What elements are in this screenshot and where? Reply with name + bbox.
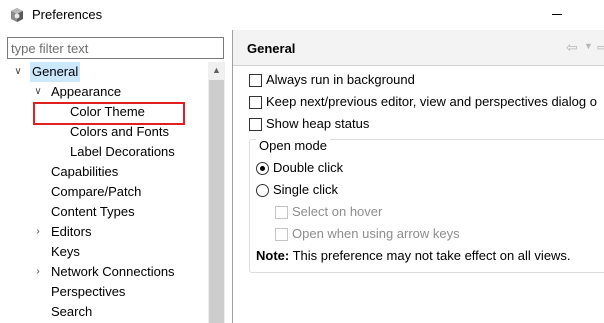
checkbox-box[interactable]: [249, 74, 262, 87]
tree-item-editors[interactable]: › Editors: [0, 222, 208, 242]
highlight-box: [33, 102, 185, 125]
tree-item-compare-patch[interactable]: Compare/Patch: [0, 182, 208, 202]
tree-item-search[interactable]: Search: [0, 302, 208, 322]
note-body: This preference may not take effect on a…: [289, 248, 571, 263]
collapse-arrow-icon[interactable]: ›: [32, 222, 44, 242]
panel-divider[interactable]: [232, 30, 233, 323]
preferences-window-icon: [11, 8, 23, 22]
page-title: General: [247, 41, 296, 56]
tree-item-label: Search: [51, 304, 93, 319]
scrollbar-thumb[interactable]: [209, 80, 224, 323]
tree-item-label: Editors: [51, 224, 92, 239]
checkbox-box[interactable]: [275, 206, 288, 219]
tree-item-label-decorations[interactable]: Label Decorations: [0, 142, 208, 162]
checkbox-label: Keep next/previous editor, view and pers…: [266, 94, 597, 109]
radio-selected-dot: [260, 166, 265, 171]
checkbox-box[interactable]: [275, 228, 288, 241]
checkbox-label: Always run in background: [266, 72, 415, 87]
scroll-up-icon[interactable]: ▲: [208, 62, 225, 79]
radio-button[interactable]: [256, 162, 269, 175]
minimize-button[interactable]: [552, 14, 562, 15]
tree-item-content-types[interactable]: Content Types: [0, 202, 208, 222]
filter-input[interactable]: [7, 37, 224, 59]
title-bar: Preferences: [0, 0, 604, 30]
tree-item-keys[interactable]: Keys: [0, 242, 208, 262]
radio-label: Double click: [273, 160, 344, 175]
tree-item-label: Colors and Fonts: [70, 124, 169, 139]
tree-item-capabilities[interactable]: Capabilities: [0, 162, 208, 182]
tree-item-label: Network Connections: [51, 264, 175, 279]
expand-arrow-icon[interactable]: ∨: [12, 62, 24, 82]
tree-item-label: Perspectives: [51, 284, 126, 299]
tree-item-label: Keys: [51, 244, 80, 259]
checkbox-label: Open when using arrow keys: [292, 226, 460, 241]
page-header: General ⇦ ▼ ⇨: [233, 30, 604, 66]
tree-item-label: Capabilities: [51, 164, 119, 179]
note-label: Note:: [256, 248, 290, 263]
tree-item-network-connections[interactable]: › Network Connections: [0, 262, 208, 282]
tree-item-label: Appearance: [51, 84, 122, 99]
chevron-down-icon[interactable]: ▼: [584, 41, 593, 51]
checkbox-label: Select on hover: [292, 204, 383, 219]
tree-item-label: Compare/Patch: [51, 184, 142, 199]
tree-item-label: Content Types: [51, 204, 135, 219]
checkbox-box[interactable]: [249, 96, 262, 109]
tree-item-general[interactable]: ∨ General: [0, 62, 208, 82]
open-mode-legend: Open mode: [256, 138, 330, 154]
note-text: Note: This preference may not take effec…: [256, 246, 571, 266]
tree-scrollbar[interactable]: ▲: [208, 62, 225, 323]
radio-button[interactable]: [256, 184, 269, 197]
collapse-arrow-icon[interactable]: ›: [32, 262, 44, 282]
tree-item-colors-and-fonts[interactable]: Colors and Fonts: [0, 122, 208, 142]
tree-item-appearance[interactable]: ∨ Appearance: [0, 82, 208, 102]
tree-item-perspectives[interactable]: Perspectives: [0, 282, 208, 302]
checkbox-label: Show heap status: [266, 116, 370, 131]
expand-arrow-icon[interactable]: ∨: [32, 82, 44, 102]
tree-item-label: Label Decorations: [70, 144, 175, 159]
back-arrow-icon[interactable]: ⇦: [566, 39, 578, 56]
window-title: Preferences: [32, 7, 103, 22]
radio-label: Single click: [273, 182, 339, 197]
tree-item-label: General: [30, 62, 81, 82]
forward-arrow-icon[interactable]: ⇨: [597, 39, 604, 56]
checkbox-box[interactable]: [249, 118, 262, 131]
